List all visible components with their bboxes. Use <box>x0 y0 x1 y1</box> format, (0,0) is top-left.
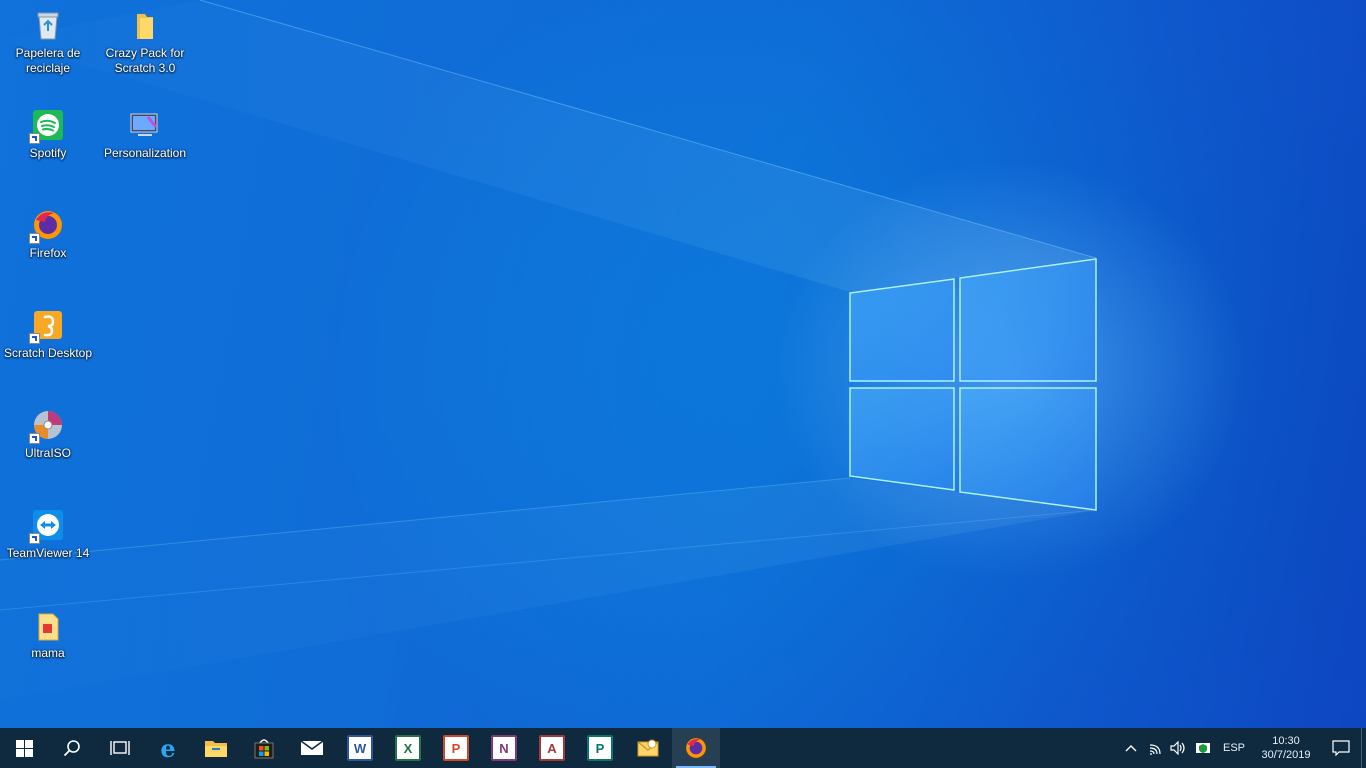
taskbar-powerpoint[interactable]: P <box>432 728 480 768</box>
spotify-icon <box>29 108 65 144</box>
task-view-button[interactable] <box>96 728 144 768</box>
desktop-icon-recycle-bin[interactable]: Papelera de reciclaje <box>1 2 95 92</box>
shortcut-arrow-icon <box>29 233 40 244</box>
clock[interactable]: 10:30 30/7/2019 <box>1251 728 1321 768</box>
desktop-icon-label: mama <box>31 646 65 660</box>
folder-icon <box>128 8 162 42</box>
action-center-button[interactable] <box>1321 728 1361 768</box>
desktop-icon-label: Spotify <box>29 146 67 160</box>
desktop-icon-scratch-desktop[interactable]: Scratch Desktop <box>1 302 95 392</box>
internet-explorer-icon: e <box>160 733 176 763</box>
desktop-icon-label: Papelera de reciclaje <box>15 46 81 75</box>
search-button[interactable] <box>48 728 96 768</box>
shortcut-arrow-icon <box>29 533 40 544</box>
wallpaper-light-beams <box>0 0 1097 700</box>
network-button[interactable] <box>1143 728 1167 768</box>
windows-start-icon <box>15 739 33 757</box>
folder-icon <box>205 741 227 757</box>
outlook-icon <box>637 739 659 757</box>
desktop-icon-spotify[interactable]: Spotify <box>1 102 95 192</box>
taskbar-onenote[interactable]: N <box>480 728 528 768</box>
scratch-icon <box>29 308 65 344</box>
input-language-indicator[interactable]: ESP <box>1217 728 1251 768</box>
desktop-icon-label: TeamViewer 14 <box>6 546 90 560</box>
taskbar-access[interactable]: A <box>528 728 576 768</box>
desktop-icon-personalization[interactable]: Personalization <box>98 102 192 192</box>
clock-date: 30/7/2019 <box>1261 749 1311 761</box>
store-icon <box>254 739 274 759</box>
windows-logo-wallpaper <box>849 258 1097 511</box>
firefox-icon <box>686 738 706 758</box>
powerpoint-icon: P <box>443 735 469 761</box>
shortcut-arrow-icon <box>29 433 40 444</box>
publisher-icon: P <box>587 735 613 761</box>
mail-icon <box>300 740 324 755</box>
desktop-icon-label: Crazy Pack for Scratch 3.0 <box>105 46 185 75</box>
desktop-icon-label: Personalization <box>103 146 187 160</box>
desktop-icon-label: Firefox <box>29 246 67 260</box>
personalization-icon <box>128 108 162 142</box>
ultraiso-icon <box>29 408 65 444</box>
desktop-wallpaper[interactable]: Papelera de reciclaje Crazy Pack for Scr… <box>0 0 1366 728</box>
start-button[interactable] <box>0 728 48 768</box>
desktop-icon-teamviewer[interactable]: TeamViewer 14 <box>1 502 95 592</box>
shortcut-arrow-icon <box>29 133 40 144</box>
chevron-up-icon <box>1125 745 1137 752</box>
show-desktop-button[interactable] <box>1361 728 1366 768</box>
document-folder-icon <box>31 608 65 642</box>
onenote-icon: N <box>491 735 517 761</box>
taskbar-internet-explorer[interactable]: e <box>144 728 192 768</box>
taskbar-store[interactable] <box>240 728 288 768</box>
taskbar: e W X P N A P ESP 10:30 30/7/2019 <box>0 728 1366 768</box>
desktop-icon-firefox[interactable]: Firefox <box>1 202 95 292</box>
volume-button[interactable] <box>1167 728 1189 768</box>
desktop-icon-mama[interactable]: mama <box>1 602 95 692</box>
taskbar-outlook[interactable] <box>624 728 672 768</box>
desktop-icon-crazy-pack-folder[interactable]: Crazy Pack for Scratch 3.0 <box>98 2 192 92</box>
speaker-icon <box>1170 741 1185 755</box>
word-icon: W <box>347 735 373 761</box>
taskbar-firefox[interactable] <box>672 728 720 768</box>
task-view-icon <box>110 741 130 755</box>
firefox-icon <box>29 208 65 244</box>
taskbar-publisher[interactable]: P <box>576 728 624 768</box>
desktop-icon-label: Scratch Desktop <box>3 346 93 360</box>
clock-time: 10:30 <box>1272 735 1300 747</box>
desktop-icon-label: UltraISO <box>24 446 71 460</box>
notification-icon <box>1332 740 1350 756</box>
excel-icon: X <box>395 735 421 761</box>
teamviewer-icon <box>29 508 65 544</box>
recycle-bin-icon <box>31 8 65 42</box>
shortcut-arrow-icon <box>29 333 40 344</box>
taskbar-file-explorer[interactable] <box>192 728 240 768</box>
show-hidden-icons-button[interactable] <box>1119 728 1143 768</box>
taskbar-mail[interactable] <box>288 728 336 768</box>
access-icon: A <box>539 735 565 761</box>
wifi-icon <box>1149 744 1161 755</box>
taskbar-excel[interactable]: X <box>384 728 432 768</box>
search-icon <box>63 740 80 757</box>
taskbar-word[interactable]: W <box>336 728 384 768</box>
shield-icon <box>1196 743 1210 753</box>
security-tray-button[interactable] <box>1189 728 1217 768</box>
system-tray: ESP 10:30 30/7/2019 <box>1119 728 1366 768</box>
desktop-icon-ultraiso[interactable]: UltraISO <box>1 402 95 492</box>
